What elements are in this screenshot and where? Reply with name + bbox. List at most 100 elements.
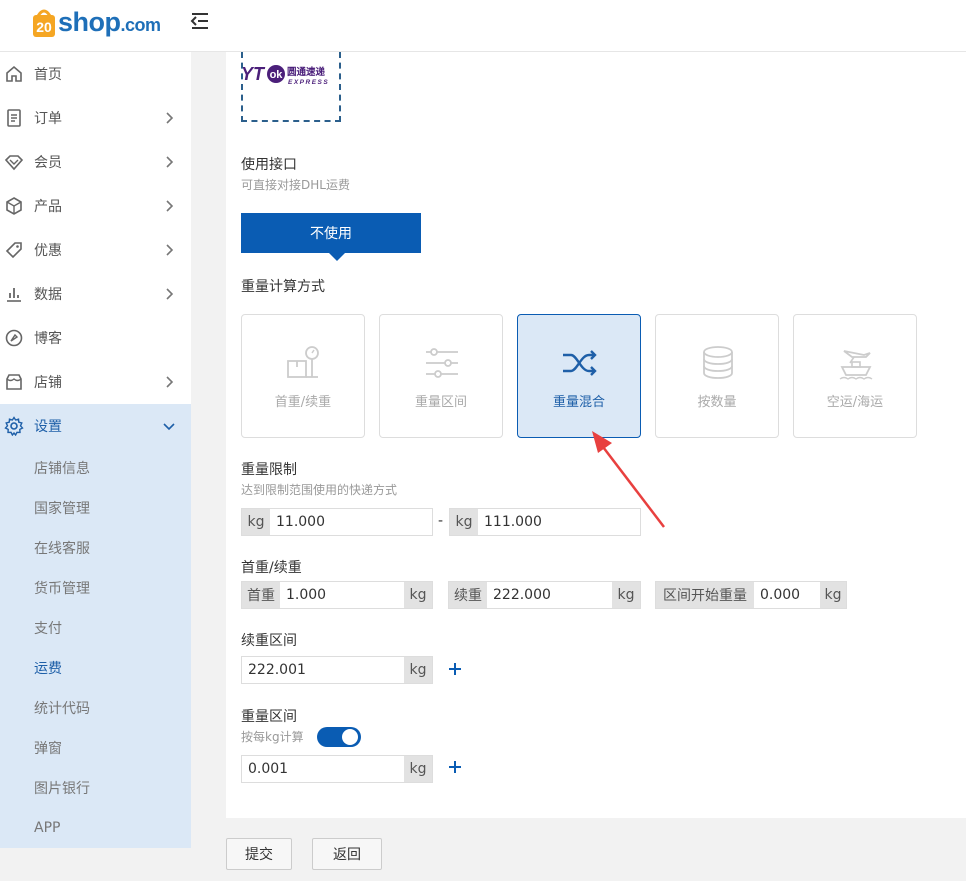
add-cont-range-plus-icon[interactable] [448, 662, 462, 676]
svg-text:ok: ok [270, 69, 284, 81]
first-weight-addon: 首重 [242, 582, 280, 608]
range-start-addon: 区间开始重量 [656, 582, 754, 608]
chevron-right-icon [162, 243, 176, 257]
shipping-form: YT ok 圆通速递 EXPRESS 使用接口 可直接对接DHL运费 不使用 重… [226, 52, 966, 818]
method-label: 首重/续重 [274, 395, 332, 410]
first-weight-input[interactable] [280, 582, 404, 608]
range-separator: - [438, 513, 444, 529]
method-weight-mixed[interactable]: 重量混合 [517, 314, 641, 438]
chevron-right-icon [162, 155, 176, 169]
sidebar-item-home[interactable]: 首页 [0, 52, 191, 96]
gear-icon [4, 416, 24, 437]
unit-addon: kg [242, 509, 270, 535]
carrier-logo-upload[interactable]: YT ok 圆通速递 EXPRESS [241, 52, 341, 122]
method-label: 空运/海运 [826, 395, 884, 410]
unit-addon: kg [404, 756, 432, 782]
chart-icon [4, 284, 24, 304]
home-icon [4, 64, 24, 84]
limit-hint: 达到限制范围使用的快递方式 [241, 483, 398, 497]
store-icon [4, 372, 24, 392]
first-weight-group: 首重 kg [241, 581, 433, 609]
sidebar-item-data[interactable]: 数据 [0, 272, 191, 316]
sidebar-item-label: 博客 [34, 331, 62, 347]
method-by-quantity[interactable]: 按数量 [655, 314, 779, 438]
plane-ship-icon [836, 345, 876, 381]
sidebar-item-label: 订单 [34, 111, 62, 127]
sidebar-item-label: 优惠 [34, 243, 62, 259]
weight-range-group: kg [241, 755, 433, 783]
sidebar-item-settings[interactable]: 设置 [0, 404, 191, 448]
method-label: 重量计算方式 [241, 279, 325, 295]
limit-max-input[interactable] [478, 509, 638, 535]
sidebar-item-label: 店铺 [34, 375, 62, 391]
svg-text:EXPRESS: EXPRESS [288, 79, 329, 86]
product-icon [4, 196, 24, 216]
submenu-store-info[interactable]: 店铺信息 [0, 448, 191, 488]
method-label: 按数量 [697, 395, 737, 410]
svg-text:20: 20 [36, 19, 52, 35]
submenu-stats-code[interactable]: 统计代码 [0, 688, 191, 728]
submenu-online-service[interactable]: 在线客服 [0, 528, 191, 568]
back-button[interactable]: 返回 [312, 838, 382, 870]
method-first-continued[interactable]: 首重/续重 [241, 314, 365, 438]
per-kg-toggle[interactable] [317, 727, 361, 747]
range-start-input[interactable] [754, 582, 820, 608]
weight-range-label: 重量区间 [241, 709, 297, 725]
chevron-right-icon [162, 199, 176, 213]
limit-min-input[interactable] [270, 509, 430, 535]
chevron-down-icon [162, 419, 176, 433]
sidebar-toggle-icon[interactable] [190, 11, 210, 31]
cont-weight-group: 续重 kg [448, 581, 641, 609]
logo-icon: 20 [30, 8, 58, 40]
sidebar-item-label: 产品 [34, 199, 62, 215]
api-label: 使用接口 [241, 157, 297, 173]
submenu-popup[interactable]: 弹窗 [0, 728, 191, 768]
api-toggle-button[interactable]: 不使用 [241, 213, 421, 261]
logo-suffix-text: .com [120, 15, 162, 35]
chevron-right-icon [162, 111, 176, 125]
shuffle-icon [560, 345, 600, 381]
method-weight-range[interactable]: 重量区间 [379, 314, 503, 438]
sidebar-item-products[interactable]: 产品 [0, 184, 191, 228]
tag-icon [4, 240, 24, 260]
unit-addon: kg [404, 582, 432, 608]
submenu-shipping[interactable]: 运费 [0, 648, 191, 688]
submenu-payment[interactable]: 支付 [0, 608, 191, 648]
method-air-sea[interactable]: 空运/海运 [793, 314, 917, 438]
method-label: 重量混合 [552, 395, 605, 410]
chevron-right-icon [162, 375, 176, 389]
limit-max-group: kg [449, 508, 641, 536]
submenu-app[interactable]: APP [0, 808, 191, 848]
weight-range-input[interactable] [242, 756, 404, 782]
scale-box-icon [284, 345, 324, 381]
unit-addon: kg [404, 657, 432, 683]
submenu-image-bank[interactable]: 图片银行 [0, 768, 191, 808]
cont-weight-input[interactable] [487, 582, 612, 608]
add-weight-range-plus-icon[interactable] [448, 760, 462, 774]
unit-addon: kg [612, 582, 640, 608]
submit-button[interactable]: 提交 [226, 838, 292, 870]
sidebar-item-store[interactable]: 店铺 [0, 360, 191, 404]
unit-addon: kg [820, 582, 846, 608]
site-logo[interactable]: 20 shop.com [30, 4, 161, 40]
submenu-country[interactable]: 国家管理 [0, 488, 191, 528]
sliders-icon [422, 345, 462, 381]
carrier-logo: YT ok 圆通速递 EXPRESS [243, 64, 329, 86]
svg-text:YT: YT [243, 64, 266, 84]
sidebar-item-label: 会员 [34, 155, 62, 171]
sidebar-item-promotions[interactable]: 优惠 [0, 228, 191, 272]
sidebar-item-blog[interactable]: 博客 [0, 316, 191, 360]
sidebar-item-members[interactable]: 会员 [0, 140, 191, 184]
method-label: 重量区间 [414, 395, 467, 410]
first-cont-label: 首重/续重 [241, 560, 302, 576]
stack-icon [698, 345, 738, 381]
sidebar-item-label: 设置 [34, 419, 62, 435]
weight-range-hint: 按每kg计算 [241, 730, 304, 744]
submenu-currency[interactable]: 货币管理 [0, 568, 191, 608]
sidebar-item-orders[interactable]: 订单 [0, 96, 191, 140]
logo-main-text: shop [58, 7, 121, 37]
order-icon [4, 108, 24, 128]
svg-text:圆通速递: 圆通速递 [287, 66, 326, 78]
top-header: 20 shop.com [0, 0, 966, 52]
cont-range-input[interactable] [242, 657, 404, 683]
